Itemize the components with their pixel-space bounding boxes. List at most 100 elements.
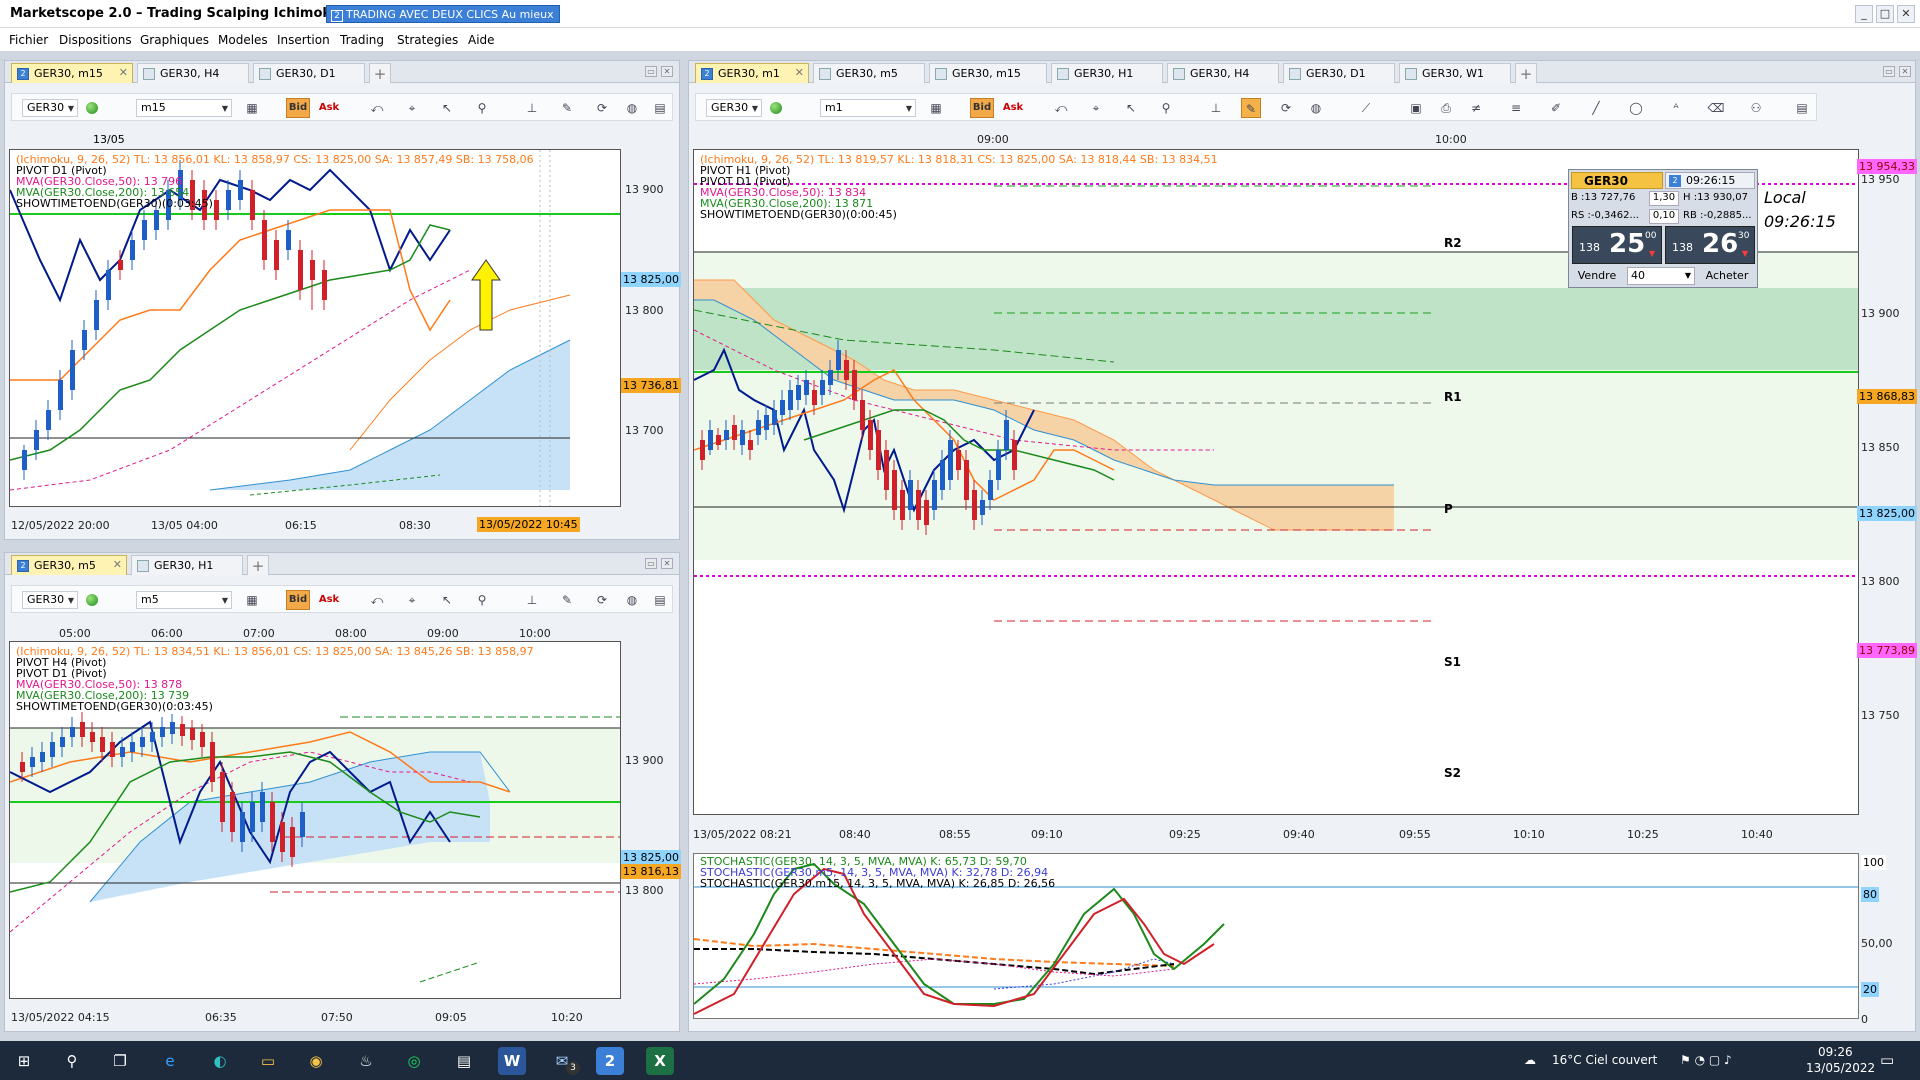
close-icon[interactable]: ✕ [795,66,804,79]
excel-icon[interactable]: X [646,1047,674,1075]
minimize-button[interactable]: _ [1855,5,1873,23]
tab-ger30-d1[interactable]: GER30, D1 [1283,63,1395,83]
menu-insertion[interactable]: Insertion [277,33,330,47]
chart-area[interactable]: (Ichimoku, 9, 26, 52) TL: 13 834,51 KL: … [9,641,621,999]
menu-trading[interactable]: Trading [340,33,384,47]
symbol-select[interactable]: GER30 ▼ [22,591,78,609]
menu-aide[interactable]: Aide [468,33,495,47]
tray-icons[interactable]: ⚑ ◔ ▢ ♪ [1680,1053,1732,1067]
add-tab-button[interactable]: + [247,555,269,575]
menu-dispositions[interactable]: Dispositions [59,33,132,47]
tree-icon[interactable]: ⚇ [1746,98,1766,118]
globe-status-icon[interactable] [82,590,102,610]
weather-text[interactable]: 16°C Ciel couvert [1552,1053,1657,1067]
symbol-select[interactable]: GER30 ▼ [706,99,762,117]
print-icon[interactable]: ⎙ [1436,98,1456,118]
crosshair-icon[interactable]: ⌖ [402,98,422,118]
indicators-icon[interactable]: ✎ [557,98,577,118]
ask-button[interactable]: Ask [318,590,340,610]
magnifier-icon[interactable]: ⚲ [472,590,492,610]
edge-legacy-icon[interactable]: e [156,1047,184,1075]
cursor-icon[interactable]: ↖ [1121,98,1141,118]
edge-icon[interactable]: ◐ [206,1047,234,1075]
text-icon[interactable]: ᴬ [1666,98,1686,118]
file-explorer-icon[interactable]: ▭ [254,1047,282,1075]
panel-restore-icon[interactable]: ▭ [645,558,657,569]
indicators-icon[interactable]: ✎ [557,590,577,610]
buy-price-button[interactable]: 138 26 30 ▼ [1665,226,1755,264]
stochastic-chart[interactable]: STOCHASTIC(GER30, 14, 3, 5, MVA, MVA) K:… [693,853,1859,1019]
trading-mode-badge[interactable]: 2 TRADING AVEC DEUX CLICS Au mieux [326,5,560,23]
app-icon[interactable]: ▤ [450,1047,478,1075]
pen-icon[interactable]: ✐ [1546,98,1566,118]
menu-modeles[interactable]: Modeles [218,33,268,47]
sell-price-button[interactable]: 138 25 00 ▼ [1572,226,1662,264]
panel-restore-icon[interactable]: ▭ [645,66,657,77]
add-tab-button[interactable]: + [1515,63,1537,83]
indicators-icon[interactable]: ✎ [1241,98,1261,118]
weather-icon[interactable]: ☁ [1524,1053,1536,1067]
buy-button[interactable]: Acheter [1699,267,1755,285]
zoom-icon[interactable]: ⤺ [1051,98,1071,118]
chart-area[interactable]: (Ichimoku, 9, 26, 52) TL: 13 856,01 KL: … [9,149,621,507]
menu-fichier[interactable]: Fichier [9,33,48,47]
tab-ger30-m15[interactable]: GER30, m15 [929,63,1047,83]
ticket-symbol[interactable]: GER30 [1571,172,1663,189]
clock-date[interactable]: 13/05/2022 [1806,1061,1875,1075]
panel-restore-icon[interactable]: ▭ [1883,66,1895,77]
period-icon[interactable]: ⊥ [522,98,542,118]
bid-button[interactable]: Bid [970,98,994,118]
close-icon[interactable]: ✕ [119,66,128,79]
word-icon[interactable]: W [498,1047,526,1075]
panel-close-icon[interactable]: ✕ [661,66,673,77]
clock-time[interactable]: 09:26 [1818,1045,1853,1059]
menu-strategies[interactable]: Strategies [397,33,458,47]
globe-status-icon[interactable] [82,98,102,118]
tab-ger30-d1[interactable]: GER30, D1 [253,63,365,83]
bid-button[interactable]: Bid [286,98,310,118]
tab-ger30-h4[interactable]: GER30, H4 [1167,63,1279,83]
menu-graphiques[interactable]: Graphiques [140,33,209,47]
eraser-icon[interactable]: ⌫ [1706,98,1726,118]
chrome-icon[interactable]: ◉ [302,1047,330,1075]
close-icon[interactable]: ✕ [113,558,122,571]
globe-icon[interactable]: ◍ [1306,98,1326,118]
crosshair-icon[interactable]: ⌖ [402,590,422,610]
timeframe-select[interactable]: m15 ▼ [136,99,232,117]
refresh-icon[interactable]: ⟳ [1276,98,1296,118]
tab-ger30-m5[interactable]: 2 GER30, m5 ✕ [11,555,127,575]
symbol-select[interactable]: GER30 ▼ [22,99,78,117]
magnifier-icon[interactable]: ⚲ [472,98,492,118]
ruler-icon[interactable]: ⟋ [1356,98,1376,118]
trendline-icon[interactable]: ╱ [1586,98,1606,118]
bar-chart-icon[interactable]: ▦ [242,590,262,610]
sell-button[interactable]: Vendre [1572,267,1622,285]
steam-icon[interactable]: ♨ [352,1047,380,1075]
tab-ger30-w1[interactable]: GER30, W1 [1399,63,1511,83]
tab-ger30-m15[interactable]: 2 GER30, m15 ✕ [11,63,133,83]
timeframe-select[interactable]: m5 ▼ [136,591,232,609]
globe-icon[interactable]: ◍ [622,98,642,118]
zoom-icon[interactable]: ⤺ [367,590,387,610]
bar-chart-icon[interactable]: ▦ [926,98,946,118]
panel-close-icon[interactable]: ✕ [661,558,673,569]
more-icon[interactable]: ▤ [650,98,670,118]
tab-ger30-h1[interactable]: GER30, H1 [131,555,243,575]
spotify-icon[interactable]: ◎ [400,1047,428,1075]
tab-ger30-m1[interactable]: 2 GER30, m1 ✕ [695,63,809,83]
crosshair-icon[interactable]: ⌖ [1086,98,1106,118]
cursor-icon[interactable]: ↖ [437,590,457,610]
bar-chart-icon[interactable]: ▦ [242,98,262,118]
add-tab-button[interactable]: + [369,63,391,83]
period-icon[interactable]: ⊥ [1206,98,1226,118]
period-icon[interactable]: ⊥ [522,590,542,610]
task-view-icon[interactable]: ❐ [106,1047,134,1075]
zoom-icon[interactable]: ⤺ [367,98,387,118]
fibonacci-icon[interactable]: ≠ [1466,98,1486,118]
tab-ger30-h4[interactable]: GER30, H4 [137,63,249,83]
cursor-icon[interactable]: ↖ [437,98,457,118]
maximize-button[interactable]: □ [1876,5,1894,23]
globe-status-icon[interactable] [766,98,786,118]
magnifier-icon[interactable]: ⚲ [1156,98,1176,118]
timeframe-select[interactable]: m1 ▼ [820,99,916,117]
